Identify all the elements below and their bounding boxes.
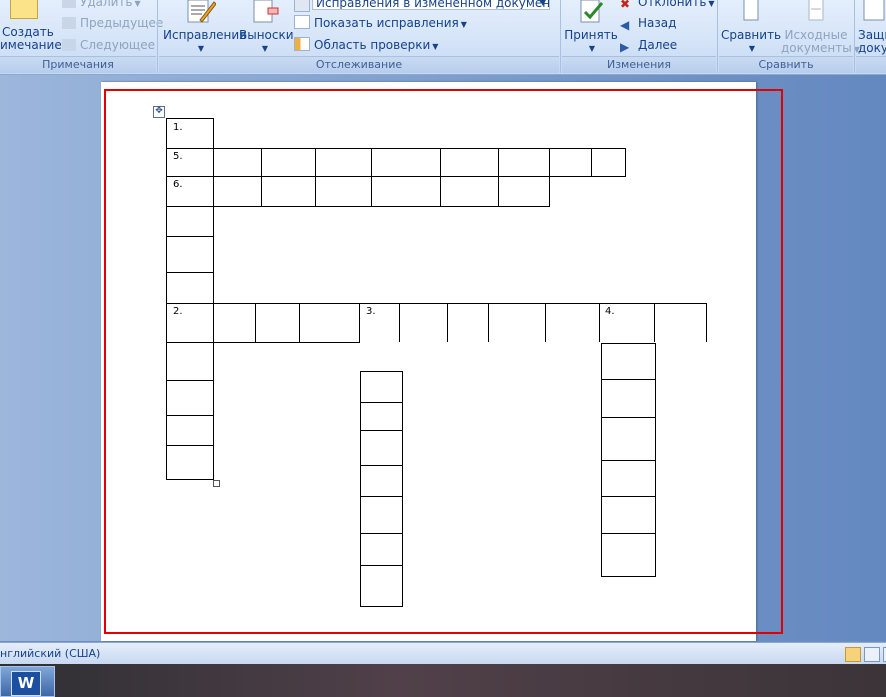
source-documents-icon [800, 0, 832, 24]
compare-label: Сравнить [721, 28, 782, 42]
next-change-icon: ▶ [620, 40, 630, 54]
next-change-button[interactable]: ▶ Далее [620, 37, 677, 53]
reject-icon: ✖ [620, 0, 631, 11]
accept-label: Принять [564, 28, 618, 42]
protect-group: Защи доку [856, 0, 886, 73]
tracking-group: Исправления ▼ Выноски ▼ Исправления в из… [159, 0, 559, 73]
next-comment-button[interactable]: Следующее [62, 37, 155, 53]
protect-group-label [856, 56, 886, 73]
next-comment-icon [62, 39, 76, 51]
protect-label-2: доку [858, 41, 886, 55]
compare-dropdown-icon: ▼ [748, 44, 756, 53]
source-documents-label-2-row: документы ▼ [781, 41, 860, 55]
previous-comment-button[interactable]: Предыдущее [62, 15, 163, 31]
ribbon: Создать имечание Удалить ▼ Предыдущее Сле… [0, 0, 886, 75]
delete-comment-label: Удалить [80, 0, 133, 9]
delete-comment-icon [62, 0, 76, 8]
balloons-label: Выноски [239, 28, 294, 42]
status-bar: нглийский (США) [0, 642, 886, 665]
word-taskbar-button[interactable]: W [0, 666, 55, 697]
balloons-icon [248, 0, 280, 24]
accept-dropdown-icon: ▼ [588, 44, 596, 53]
previous-change-icon: ◀ [620, 18, 630, 32]
show-markup-button[interactable]: Показать исправления ▼ [294, 15, 467, 33]
compare-group-label: Сравнить [719, 56, 853, 73]
group-divider [560, 0, 561, 73]
source-documents-label-2: документы [781, 41, 852, 55]
show-markup-label: Показать исправления [314, 16, 459, 30]
next-change-label: Далее [638, 38, 678, 52]
reviewing-pane-icon [294, 37, 310, 51]
changes-group: Принять ▼ ✖ Отклонить ▼ ◀ Назад ▶ Далее Изме… [562, 0, 716, 73]
balloons-button[interactable]: Выноски ▼ [239, 0, 294, 55]
source-documents-button[interactable]: Исходные документы ▼ [781, 0, 860, 56]
display-for-review-dropdown-icon[interactable]: ▼ [540, 0, 546, 9]
display-for-review-select[interactable]: Исправления в измененном документе ▼ [294, 0, 552, 12]
comments-group: Создать имечание Удалить ▼ Предыдущее Сле… [0, 0, 163, 73]
reject-label: Отклонить [638, 0, 707, 9]
compare-button[interactable]: Сравнить ▼ [721, 0, 781, 55]
compare-icon [735, 0, 767, 24]
previous-comment-icon [62, 17, 76, 29]
changes-group-label: Изменения [562, 56, 716, 73]
word-icon: W [11, 671, 41, 696]
track-changes-label: Исправления [163, 28, 247, 42]
print-layout-view-icon[interactable] [845, 647, 861, 662]
group-divider [717, 0, 718, 73]
accept-icon [575, 0, 607, 24]
reviewing-pane-label: Область проверки [314, 38, 431, 52]
new-comment-icon [8, 0, 40, 22]
protect-document-button[interactable]: Защи доку [858, 0, 886, 55]
accept-button[interactable]: Принять ▼ [564, 0, 618, 55]
tracking-group-label: Отслеживание [159, 56, 559, 73]
previous-change-button[interactable]: ◀ Назад [620, 15, 676, 31]
show-markup-icon [294, 15, 310, 29]
display-for-review-value: Исправления в измененном документе [316, 0, 550, 10]
previous-comment-label: Предыдущее [80, 16, 164, 30]
protect-document-icon [858, 0, 886, 24]
comments-group-label: Примечания [0, 56, 156, 73]
previous-change-label: Назад [638, 16, 677, 30]
reject-button[interactable]: ✖ Отклонить ▼ [620, 0, 715, 12]
new-comment-button[interactable]: Создать имечание [0, 0, 62, 52]
next-comment-label: Следующее [80, 38, 155, 52]
balloons-dropdown-icon: ▼ [261, 44, 269, 53]
highlight-frame [104, 89, 783, 634]
delete-comment-button[interactable]: Удалить ▼ [62, 0, 141, 12]
track-changes-icon [184, 0, 217, 24]
full-screen-reading-view-icon[interactable] [864, 647, 880, 662]
display-for-review-icon [294, 0, 310, 12]
group-divider [157, 0, 158, 73]
reviewing-pane-button[interactable]: Область проверки ▼ [294, 37, 438, 55]
track-changes-button[interactable]: Исправления ▼ [163, 0, 247, 55]
new-comment-label-2: имечание [0, 38, 62, 52]
taskbar: W [0, 664, 886, 697]
group-divider [854, 0, 855, 73]
track-changes-dropdown-icon: ▼ [197, 44, 205, 53]
compare-group: Сравнить ▼ Исходные документы ▼ Сравнить [719, 0, 860, 73]
language-indicator[interactable]: нглийский (США) [0, 647, 100, 660]
